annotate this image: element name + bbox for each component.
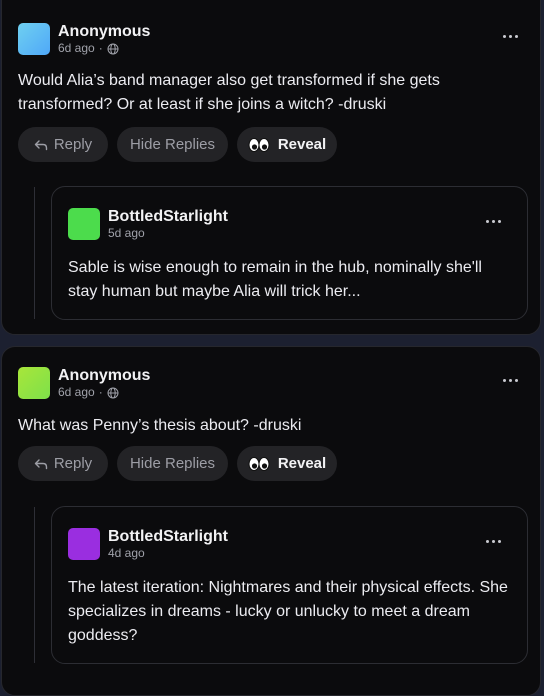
avatar[interactable]	[68, 208, 100, 240]
timestamp: 6d ago	[58, 41, 95, 55]
more-options-icon[interactable]	[498, 374, 522, 386]
comment-card: Anonymous 6d ago · Would Alia’s band man…	[1, 0, 541, 335]
separator-dot: ·	[98, 41, 103, 55]
reply-label: Reply	[53, 136, 93, 153]
reply-arrow-icon	[34, 139, 48, 150]
avatar[interactable]	[18, 367, 50, 399]
avatar[interactable]	[68, 528, 100, 560]
reveal-button[interactable]: Reveal	[237, 127, 337, 162]
more-options-icon[interactable]	[481, 535, 505, 547]
more-options-icon[interactable]	[498, 30, 522, 42]
author-name[interactable]: BottledStarlight	[108, 527, 228, 546]
eyes-icon	[248, 137, 270, 152]
comment-header: Anonymous 6d ago ·	[18, 22, 150, 56]
comment-text: Would Alia’s band manager also get trans…	[18, 72, 440, 113]
reply-header: BottledStarlight 5d ago	[68, 207, 228, 241]
comment-card: Anonymous 6d ago · What was Penny’s thes…	[1, 346, 541, 696]
author-name[interactable]: Anonymous	[58, 366, 150, 385]
reply-button[interactable]: Reply	[18, 446, 108, 481]
globe-icon	[107, 43, 119, 54]
comment-text: What was Penny’s thesis about? -druski	[18, 417, 302, 434]
reveal-button[interactable]: Reveal	[237, 446, 337, 481]
reply-text: The latest iteration: Nightmares and the…	[68, 579, 508, 644]
reply-arrow-icon	[34, 458, 48, 469]
avatar[interactable]	[18, 23, 50, 55]
reveal-label: Reveal	[277, 136, 327, 153]
comment-actions: Reply Hide Replies Reveal	[18, 446, 337, 481]
timestamp: 6d ago	[58, 385, 95, 399]
more-options-icon[interactable]	[481, 215, 505, 227]
hide-replies-label: Hide Replies	[129, 136, 216, 153]
reveal-label: Reveal	[277, 455, 327, 472]
hide-replies-label: Hide Replies	[129, 455, 216, 472]
hide-replies-button[interactable]: Hide Replies	[117, 127, 228, 162]
hide-replies-button[interactable]: Hide Replies	[117, 446, 228, 481]
timestamp: 4d ago	[108, 546, 145, 560]
thread-line	[34, 187, 35, 319]
separator-dot: ·	[98, 385, 103, 399]
reply-text: Sable is wise enough to remain in the hu…	[68, 259, 482, 300]
timestamp: 5d ago	[108, 226, 145, 240]
author-name[interactable]: Anonymous	[58, 22, 150, 41]
comment-header: Anonymous 6d ago ·	[18, 366, 150, 400]
reply-card: BottledStarlight 4d ago The latest itera…	[51, 506, 528, 664]
eyes-icon	[248, 456, 270, 471]
reply-label: Reply	[53, 455, 93, 472]
thread-line	[34, 507, 35, 663]
reply-card: BottledStarlight 5d ago Sable is wise en…	[51, 186, 528, 320]
globe-icon	[107, 387, 119, 398]
reply-button[interactable]: Reply	[18, 127, 108, 162]
reply-header: BottledStarlight 4d ago	[68, 527, 228, 561]
author-name[interactable]: BottledStarlight	[108, 207, 228, 226]
comment-actions: Reply Hide Replies Reveal	[18, 127, 337, 162]
